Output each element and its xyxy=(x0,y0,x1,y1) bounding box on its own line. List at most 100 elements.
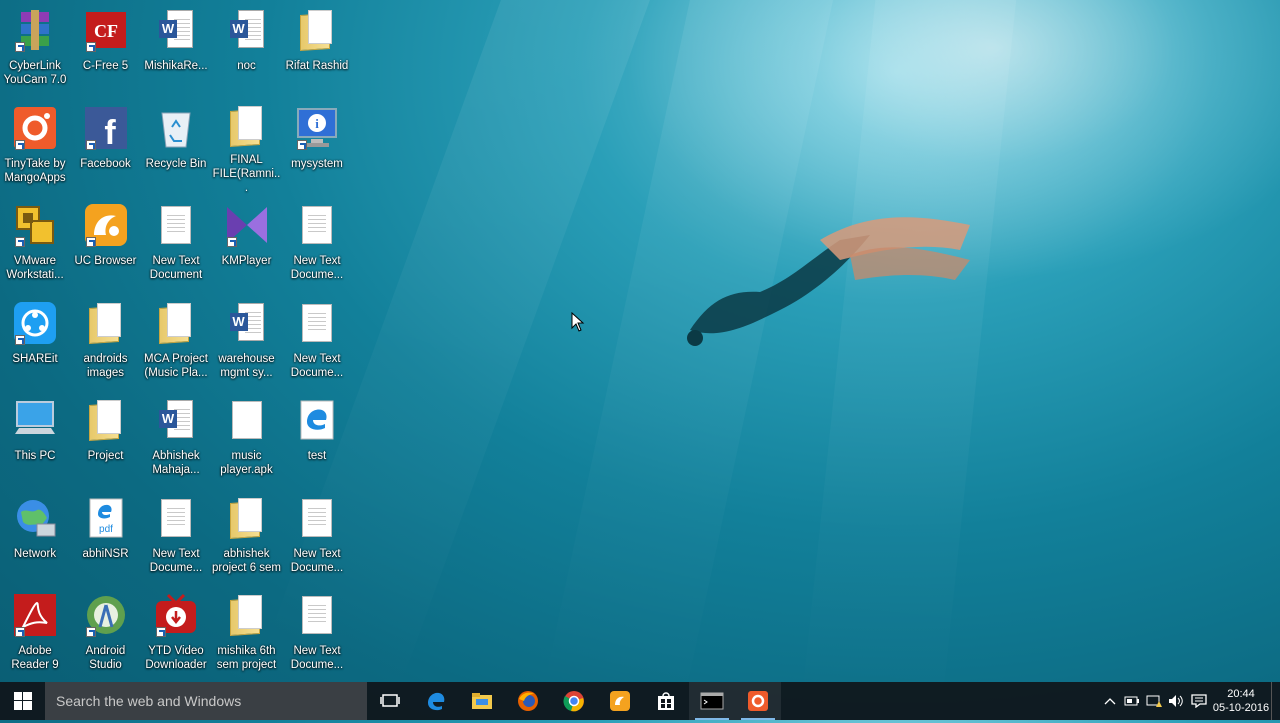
tinytake-icon xyxy=(748,691,768,711)
desktop-icon[interactable]: Wwarehouse mgmt sy... xyxy=(212,293,282,391)
file-explorer-icon xyxy=(472,693,492,709)
shortcut-arrow-icon xyxy=(85,627,96,637)
desktop-icon[interactable]: New Text Docume... xyxy=(282,293,352,391)
desktop-icon[interactable]: Adobe Reader 9 xyxy=(0,585,70,683)
show-hidden-icons-button[interactable] xyxy=(1099,682,1121,720)
uc-browser-icon xyxy=(610,691,630,711)
desktop-icon[interactable]: test xyxy=(282,390,352,488)
folder-icon xyxy=(82,301,130,345)
desktop-icon[interactable]: YTD Video Downloader xyxy=(141,585,211,683)
this-pc-icon xyxy=(11,398,59,442)
desktop-icon[interactable]: New Text Docume... xyxy=(282,488,352,586)
desktop-icon[interactable]: Recycle Bin xyxy=(141,98,211,196)
desktop-icon[interactable]: W MishikaRe... xyxy=(141,0,211,98)
mouse-cursor-icon xyxy=(571,312,585,332)
taskbar-firefox[interactable] xyxy=(505,682,551,720)
desktop-icon[interactable]: abhishek project 6 sem xyxy=(212,488,282,586)
word-doc-icon: W xyxy=(223,8,271,52)
taskbar-file-explorer[interactable] xyxy=(459,682,505,720)
shareit-icon xyxy=(11,301,59,345)
folder-icon xyxy=(223,105,271,147)
desktop-icon-label: abhishek project 6 sem xyxy=(211,547,282,574)
desktop-icon[interactable]: UC Browser xyxy=(71,195,141,293)
shortcut-arrow-icon xyxy=(15,139,25,150)
shortcut-arrow-icon xyxy=(15,334,25,345)
shortcut-arrow-icon xyxy=(15,237,25,247)
desktop-icon[interactable]: pdf abhiNSR xyxy=(71,488,141,586)
system-tray: 20:44 05-10-2016 xyxy=(1099,682,1280,720)
desktop-icon-label: UC Browser xyxy=(74,255,137,267)
desktop-icon-label: New Text Docume... xyxy=(149,547,203,574)
shortcut-arrow-icon xyxy=(156,627,166,637)
desktop-icon[interactable]: mishika 6th sem project xyxy=(212,585,282,683)
text-doc-icon xyxy=(293,203,341,247)
show-desktop-button[interactable] xyxy=(1271,682,1280,720)
facebook-icon: f xyxy=(82,106,130,150)
desktop-icon[interactable]: music player.apk xyxy=(212,390,282,488)
desktop-icon[interactable]: androids images xyxy=(71,293,141,391)
taskbar-store[interactable] xyxy=(643,682,689,720)
desktop-icon[interactable]: Network xyxy=(0,488,70,586)
desktop-icon-label: Android Studio xyxy=(85,645,126,671)
desktop-icon[interactable]: VMware Workstati... xyxy=(0,195,70,293)
svg-text:CF: CF xyxy=(94,21,118,41)
desktop-icon[interactable]: Android Studio xyxy=(71,585,141,683)
desktop-icon[interactable]: New Text Document xyxy=(141,195,211,293)
desktop-icon[interactable]: f Facebook xyxy=(71,98,141,196)
edge-html-icon xyxy=(293,398,341,442)
search-box[interactable]: Search the web and Windows xyxy=(45,682,367,720)
desktop-icon-label: MishikaRe... xyxy=(144,60,208,72)
network-icon xyxy=(11,496,59,540)
task-view-button[interactable] xyxy=(367,682,413,720)
winrar-books-icon xyxy=(11,8,59,52)
cfree-icon: CF xyxy=(82,8,130,52)
desktop-icon-label: MCA Project (Music Pla... xyxy=(144,352,208,379)
folder-icon xyxy=(152,301,200,345)
folder-icon xyxy=(293,8,341,52)
battery-icon xyxy=(1124,696,1139,706)
desktop-icon[interactable]: New Text Docume... xyxy=(282,585,352,683)
action-center-button[interactable] xyxy=(1187,682,1211,720)
desktop-icon[interactable]: KMPlayer xyxy=(212,195,282,293)
word-doc-icon: W xyxy=(223,301,271,345)
desktop-icon[interactable]: This PC xyxy=(0,390,70,488)
taskbar-uc-browser[interactable] xyxy=(597,682,643,720)
desktop-icon[interactable]: i mysystem xyxy=(282,98,352,196)
desktop-icon[interactable]: MCA Project (Music Pla... xyxy=(141,293,211,391)
desktop-icon-label: Project xyxy=(87,450,124,462)
speaker-icon xyxy=(1169,695,1183,707)
task-view-icon xyxy=(380,694,400,707)
chrome-icon xyxy=(563,691,584,712)
desktop-icon[interactable]: SHAREit xyxy=(0,293,70,391)
desktop-icon[interactable]: CF C-Free 5 xyxy=(71,0,141,98)
start-button[interactable] xyxy=(0,682,45,720)
taskbar-chrome[interactable] xyxy=(551,682,597,720)
android-studio-icon xyxy=(82,593,130,637)
desktop-icon[interactable]: W Abhishek Mahaja... xyxy=(141,390,211,488)
shortcut-arrow-icon xyxy=(85,237,96,247)
desktop-icon[interactable]: New Text Docume... xyxy=(141,488,211,586)
volume-button[interactable] xyxy=(1165,682,1187,720)
text-doc-icon xyxy=(293,301,341,345)
svg-text:i: i xyxy=(315,116,319,131)
desktop-icon-label: noc xyxy=(237,60,256,72)
desktop-icon[interactable]: Wnoc xyxy=(212,0,282,98)
shortcut-arrow-icon xyxy=(85,139,96,150)
word-doc-icon: W xyxy=(152,8,200,52)
network-status-button[interactable] xyxy=(1143,682,1165,720)
taskbar-cmd[interactable] xyxy=(689,682,735,720)
taskbar-edge[interactable] xyxy=(413,682,459,720)
desktop-icon[interactable]: FINAL FILE(Ramni... xyxy=(212,98,282,196)
desktop-icon-label: androids images xyxy=(83,352,128,379)
clock[interactable]: 20:44 05-10-2016 xyxy=(1211,687,1271,715)
battery-button[interactable] xyxy=(1121,682,1143,720)
desktop-icon[interactable]: Rifat Rashid xyxy=(282,0,352,98)
desktop-icon[interactable]: TinyTake by MangoApps xyxy=(0,98,70,196)
text-doc-icon xyxy=(293,593,341,637)
network-warning-icon xyxy=(1146,695,1162,707)
desktop-icon[interactable]: Project xyxy=(71,390,141,488)
folder-icon xyxy=(223,593,271,637)
taskbar-tinytake[interactable] xyxy=(735,682,781,720)
desktop-icon[interactable]: New Text Docume... xyxy=(282,195,352,293)
desktop-icon[interactable]: CyberLink YouCam 7.0 xyxy=(0,0,70,98)
